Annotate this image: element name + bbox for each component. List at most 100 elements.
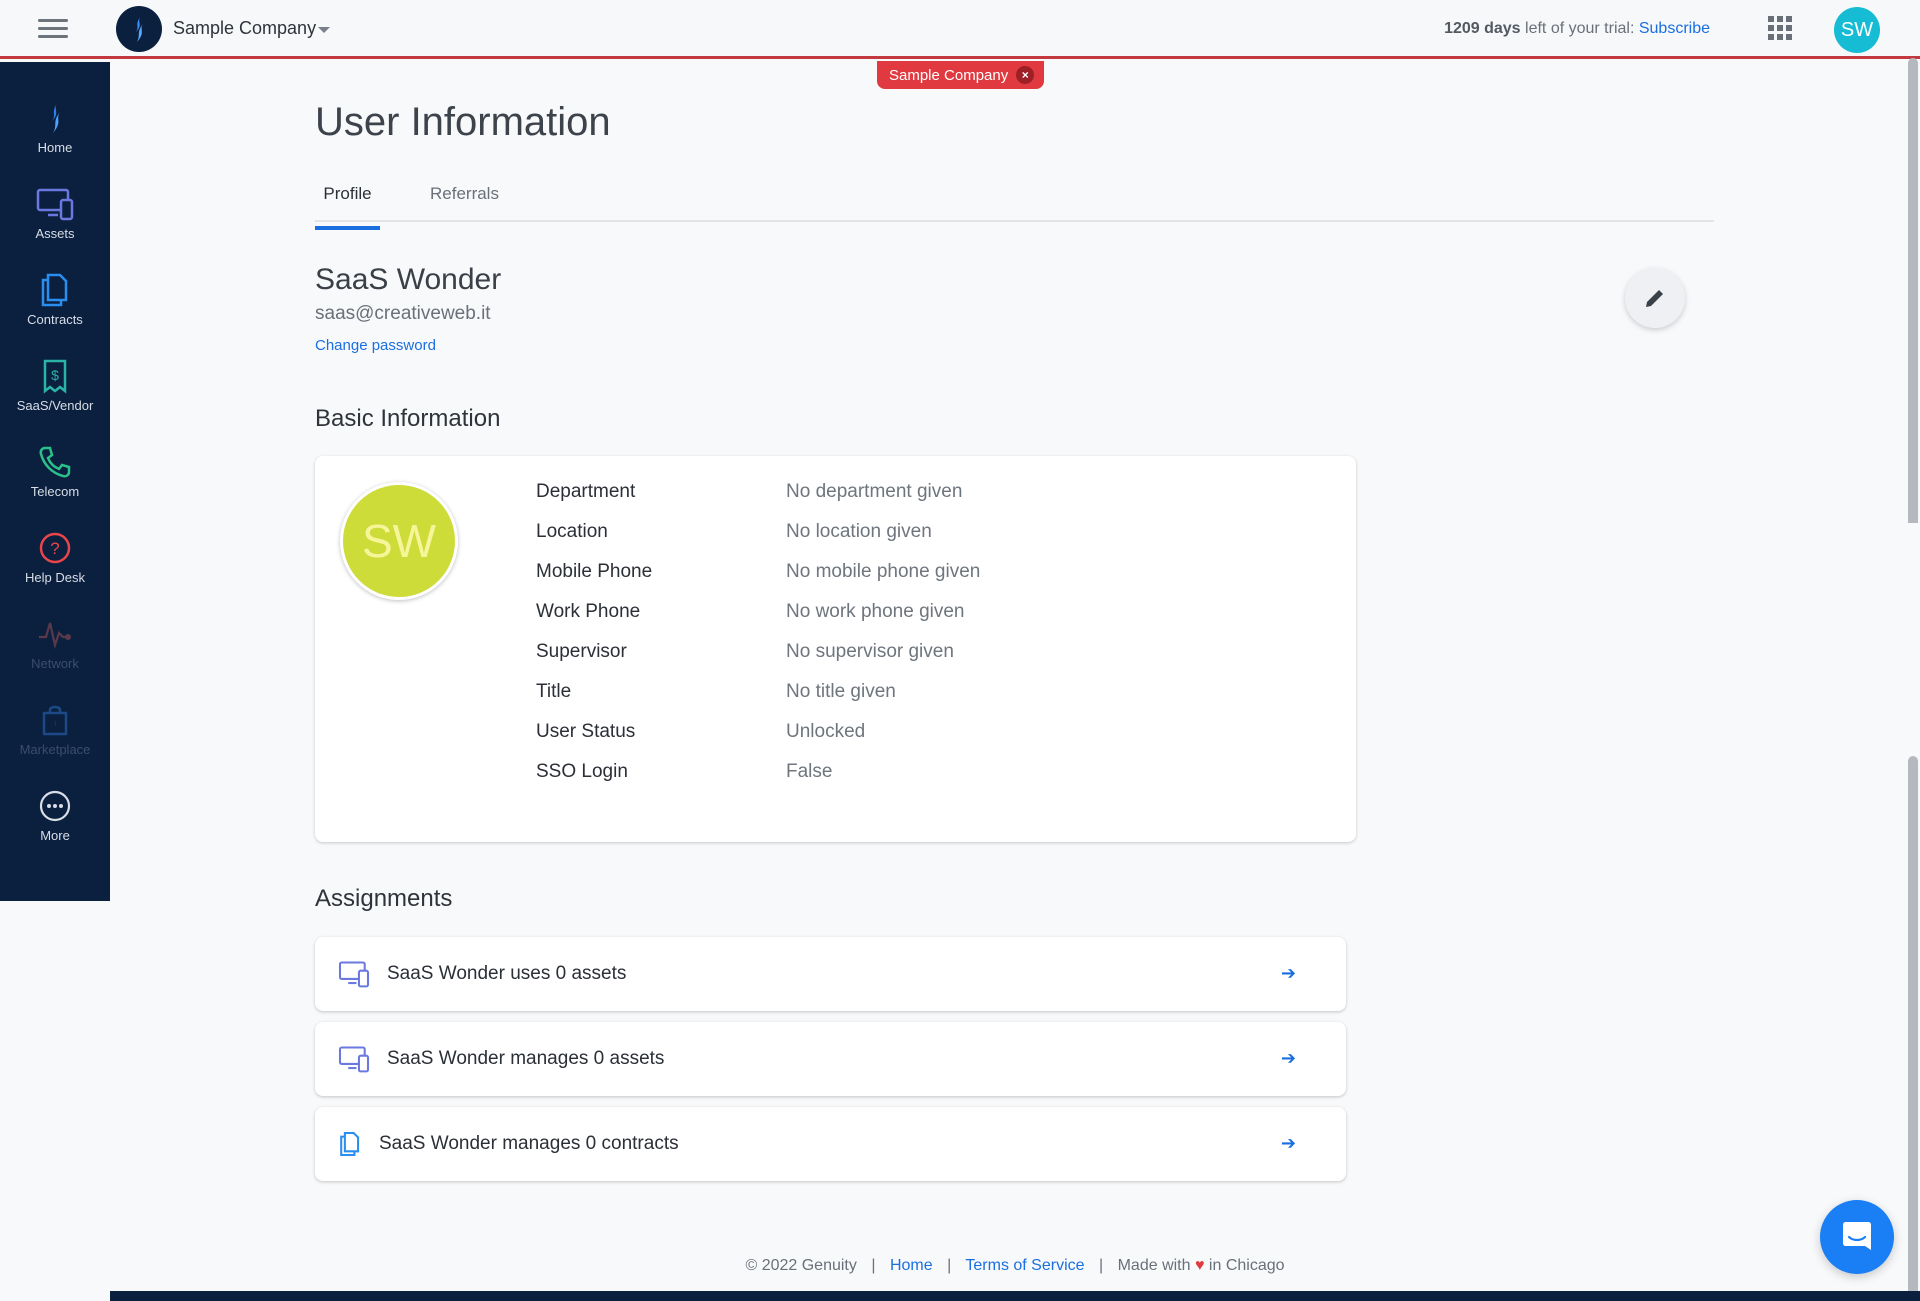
basic-information-heading: Basic Information	[315, 405, 501, 432]
arrow-right-icon[interactable]: ➔	[1281, 963, 1296, 984]
assignment-text: SaaS Wonder manages 0 contracts	[379, 1133, 679, 1154]
city-text: in Chicago	[1208, 1257, 1285, 1274]
user-avatar[interactable]: SW	[1834, 7, 1880, 53]
footer-separator: |	[947, 1257, 952, 1274]
trial-days: 1209 days	[1444, 20, 1521, 37]
bottom-bar	[110, 1291, 1920, 1301]
basic-information-card: SW Department No department given Locati…	[315, 456, 1356, 842]
info-value: No department given	[786, 481, 963, 502]
help-question-icon: ?	[35, 528, 75, 568]
company-chip-label: Sample Company	[889, 66, 1009, 84]
sidebar-item-more[interactable]: More	[0, 786, 110, 866]
company-logo[interactable]	[116, 6, 162, 52]
info-label: User Status	[536, 721, 636, 742]
sidebar-item-help-desk[interactable]: ? Help Desk	[0, 528, 110, 608]
sidebar-item-label: Contracts	[27, 312, 83, 327]
home-flame-icon	[35, 98, 75, 138]
assignment-uses-assets[interactable]: SaaS Wonder uses 0 assets ➔	[315, 937, 1346, 1011]
tab-referrals[interactable]: Referrals	[430, 184, 499, 214]
chat-launcher-button[interactable]	[1820, 1200, 1894, 1274]
assignment-manages-assets[interactable]: SaaS Wonder manages 0 assets ➔	[315, 1022, 1346, 1096]
footer-terms-link[interactable]: Terms of Service	[965, 1257, 1084, 1274]
apps-grid-icon[interactable]	[1768, 16, 1792, 40]
sidebar-item-label: Help Desk	[25, 570, 85, 585]
pencil-icon	[1646, 288, 1665, 307]
sidebar-item-assets[interactable]: Assets	[0, 184, 110, 264]
heart-icon: ♥	[1194, 1257, 1205, 1274]
sidebar-item-network[interactable]: Network	[0, 614, 110, 694]
trial-status: 1209 days left of your trial: Subscribe	[1444, 20, 1710, 38]
info-value: No work phone given	[786, 601, 965, 622]
edit-profile-button[interactable]	[1625, 268, 1685, 328]
made-with-text: Made with	[1117, 1257, 1191, 1274]
company-selector[interactable]: Sample Company	[173, 18, 316, 39]
info-label: Work Phone	[536, 601, 641, 622]
chat-bubble-icon	[1843, 1222, 1871, 1250]
assets-devices-icon	[35, 184, 75, 224]
tab-profile[interactable]: Profile	[315, 184, 380, 230]
sidebar-item-label: Home	[37, 140, 73, 155]
info-value: False	[786, 761, 833, 782]
change-password-link[interactable]: Change password	[315, 337, 436, 354]
sidebar-item-contracts[interactable]: Contracts	[0, 270, 110, 350]
close-icon[interactable]: ×	[1016, 66, 1035, 84]
assignment-text: SaaS Wonder manages 0 assets	[387, 1048, 665, 1069]
content-corner	[110, 1270, 140, 1291]
genuity-flame-icon	[136, 16, 143, 42]
info-row-location: Location No location given	[536, 521, 932, 551]
hamburger-menu-icon[interactable]	[38, 19, 68, 39]
sidebar-item-label: Marketplace	[19, 742, 91, 757]
svg-text:?: ?	[50, 539, 59, 558]
arrow-right-icon[interactable]: ➔	[1281, 1048, 1296, 1069]
saas-receipt-icon: $	[35, 356, 75, 396]
info-value: No supervisor given	[786, 641, 954, 662]
user-name: SaaS Wonder	[315, 263, 502, 296]
contracts-documents-icon	[337, 1127, 363, 1161]
info-row-work-phone: Work Phone No work phone given	[536, 601, 965, 631]
contracts-documents-icon	[35, 270, 75, 310]
info-label: Mobile Phone	[536, 561, 653, 582]
footer-separator: |	[1098, 1257, 1104, 1274]
assets-devices-icon	[337, 1042, 371, 1076]
info-value: No location given	[786, 521, 932, 542]
info-row-title: Title No title given	[536, 681, 896, 711]
telecom-phone-icon	[35, 442, 75, 482]
info-row-supervisor: Supervisor No supervisor given	[536, 641, 954, 671]
assignment-manages-contracts[interactable]: SaaS Wonder manages 0 contracts ➔	[315, 1107, 1346, 1181]
network-pulse-icon	[35, 614, 75, 654]
sidebar: Home Assets Contracts $ SaaS/Vendor Tele…	[0, 62, 110, 901]
sidebar-item-marketplace[interactable]: Marketplace	[0, 700, 110, 780]
sidebar-item-label: More	[40, 828, 70, 843]
top-bar: Sample Company 1209 days left of your tr…	[0, 0, 1920, 59]
sidebar-item-saas-vendor[interactable]: $ SaaS/Vendor	[0, 356, 110, 436]
info-row-mobile-phone: Mobile Phone No mobile phone given	[536, 561, 980, 591]
scrollbar-thumb-inner[interactable]	[1908, 756, 1918, 1291]
footer: © 2022 Genuity | Home | Terms of Service…	[0, 1257, 1920, 1275]
sidebar-item-telecom[interactable]: Telecom	[0, 442, 110, 522]
sidebar-item-home[interactable]: Home	[0, 98, 110, 178]
user-email: saas@creativeweb.it	[315, 303, 491, 324]
assignment-text: SaaS Wonder uses 0 assets	[387, 963, 627, 984]
info-value: Unlocked	[786, 721, 866, 742]
arrow-right-icon[interactable]: ➔	[1281, 1133, 1296, 1154]
info-row-sso-login: SSO Login False	[536, 761, 832, 791]
profile-avatar: SW	[340, 482, 458, 600]
info-label: Title	[536, 681, 572, 702]
copyright: © 2022 Genuity	[745, 1257, 857, 1274]
marketplace-bag-icon	[35, 700, 75, 740]
sidebar-item-label: Assets	[35, 226, 75, 241]
info-label: Location	[536, 521, 608, 542]
info-value: No mobile phone given	[786, 561, 981, 582]
scrollbar-thumb[interactable]	[1908, 58, 1918, 523]
trial-text: left of your trial:	[1520, 20, 1639, 37]
info-value: No title given	[786, 681, 896, 702]
info-row-user-status: User Status Unlocked	[536, 721, 865, 751]
info-label: SSO Login	[536, 761, 628, 782]
page-title: User Information	[315, 100, 611, 144]
tab-bar: Profile Referrals	[315, 176, 1714, 230]
subscribe-link[interactable]: Subscribe	[1639, 20, 1710, 37]
footer-home-link[interactable]: Home	[890, 1257, 933, 1274]
sidebar-item-label: Network	[31, 656, 79, 671]
chevron-down-icon[interactable]	[318, 27, 330, 33]
sidebar-item-label: Telecom	[30, 484, 80, 499]
